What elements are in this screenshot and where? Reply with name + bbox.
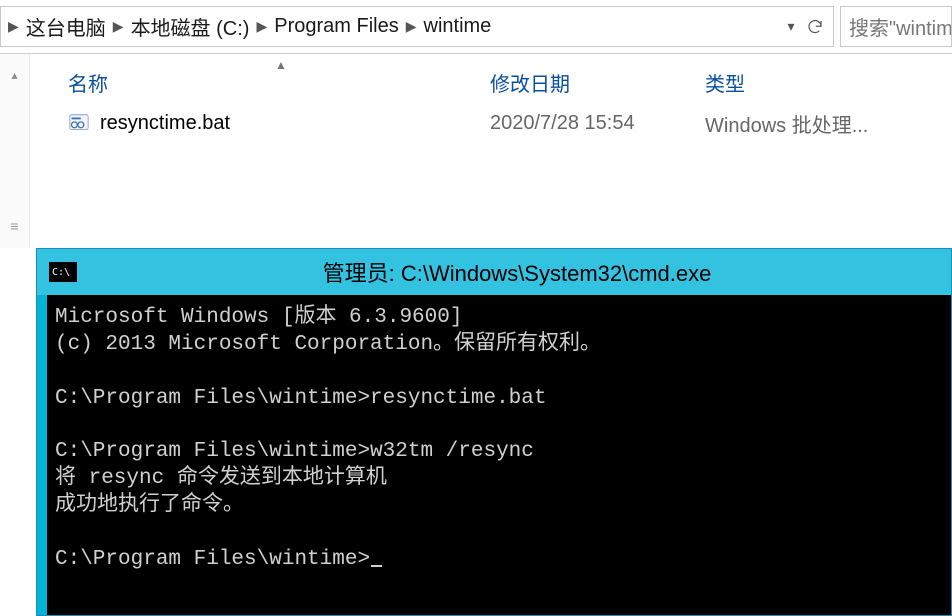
address-bar[interactable]: ▶ 这台电脑 ▶ 本地磁盘 (C:) ▶ Program Files ▶ win… bbox=[0, 6, 834, 47]
bat-file-icon bbox=[68, 112, 90, 134]
scroll-up-icon[interactable]: ▴ bbox=[11, 68, 17, 82]
search-placeholder: 搜索"wintime bbox=[849, 12, 952, 41]
column-headers: 名称 ▲ 修改日期 类型 bbox=[60, 62, 952, 102]
crumb-this-pc[interactable]: 这台电脑 bbox=[26, 12, 106, 41]
crumb-wintime[interactable]: wintime bbox=[424, 15, 492, 38]
crumb-sep-icon: ▶ bbox=[256, 18, 267, 35]
cmd-title: 管理员: C:\Windows\System32\cmd.exe bbox=[95, 256, 939, 288]
explorer-body: ▴ ≡ 名称 ▲ 修改日期 类型 resyncti bbox=[0, 54, 952, 248]
address-bar-row: ▶ 这台电脑 ▶ 本地磁盘 (C:) ▶ Program Files ▶ win… bbox=[0, 0, 952, 54]
file-name: resynctime.bat bbox=[100, 112, 230, 135]
sort-indicator-icon: ▲ bbox=[275, 58, 287, 72]
column-header-date[interactable]: 修改日期 bbox=[490, 68, 705, 97]
file-type: Windows 批处理... bbox=[705, 109, 952, 138]
nav-scroll-gutter: ▴ ≡ bbox=[0, 54, 30, 248]
crumb-sep-icon: ▶ bbox=[113, 18, 124, 35]
cmd-titlebar[interactable]: C:\ 管理员: C:\Windows\System32\cmd.exe bbox=[37, 249, 951, 295]
cmd-icon: C:\ bbox=[49, 262, 77, 282]
file-list: 名称 ▲ 修改日期 类型 resynctime.bat 2020/7/28 15… bbox=[30, 54, 952, 248]
column-header-name[interactable]: 名称 ▲ bbox=[60, 68, 490, 97]
refresh-icon[interactable] bbox=[803, 15, 827, 39]
breadcrumb: ▶ 这台电脑 ▶ 本地磁盘 (C:) ▶ Program Files ▶ win… bbox=[1, 12, 779, 41]
scroll-handle-icon[interactable]: ≡ bbox=[10, 218, 18, 234]
cmd-output[interactable]: Microsoft Windows [版本 6.3.9600] (c) 2013… bbox=[47, 295, 951, 615]
crumb-sep-icon: ▶ bbox=[406, 18, 417, 35]
cmd-window: C:\ 管理员: C:\Windows\System32\cmd.exe Mic… bbox=[36, 248, 952, 616]
search-input[interactable]: 搜索"wintime bbox=[840, 6, 952, 47]
file-row[interactable]: resynctime.bat 2020/7/28 15:54 Windows 批… bbox=[60, 102, 952, 144]
column-header-type[interactable]: 类型 bbox=[705, 68, 952, 97]
crumb-sep-icon: ▶ bbox=[8, 18, 19, 35]
crumb-drive-c[interactable]: 本地磁盘 (C:) bbox=[131, 12, 250, 41]
history-dropdown-icon[interactable]: ▾ bbox=[779, 15, 803, 39]
file-date: 2020/7/28 15:54 bbox=[490, 112, 705, 135]
cmd-cursor bbox=[371, 565, 382, 567]
crumb-program-files[interactable]: Program Files bbox=[274, 15, 398, 38]
